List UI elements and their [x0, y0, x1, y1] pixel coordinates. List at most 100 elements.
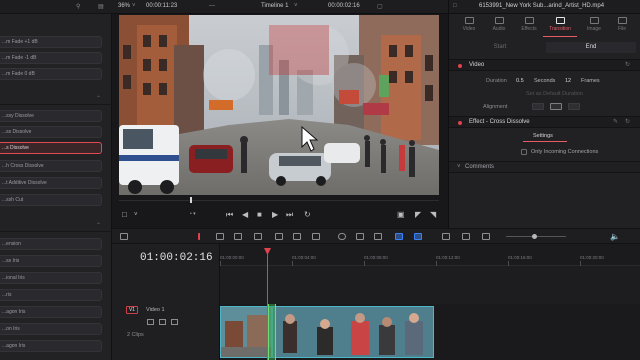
cross-dissolve-transition[interactable] [268, 304, 276, 360]
chevron-down-icon: ˅ [457, 164, 461, 170]
fx-item[interactable]: ...m Fade +1 dB [0, 36, 102, 48]
settings-underline [523, 141, 567, 142]
section-effect[interactable]: Effect - Cross Dissolve ✎ ↻ [449, 116, 640, 128]
timeline-ruler[interactable]: 01:00:00:00 01:00:04:00 01:00:08:00 01:0… [220, 244, 640, 266]
zoom-detail-icon[interactable] [462, 233, 470, 240]
enable-dot-icon[interactable] [458, 121, 462, 125]
auto-select-icon[interactable] [159, 319, 166, 325]
fx-item[interactable]: ...agon Iris [0, 340, 102, 352]
tab-label: File [617, 26, 627, 32]
replace-clip-icon[interactable] [312, 233, 320, 240]
fx-item[interactable]: ...agon Iris [0, 306, 102, 318]
mark-out-icon[interactable]: ◥ [430, 210, 436, 219]
lock-track-icon[interactable] [147, 319, 154, 325]
duration-seconds-field[interactable]: 0.5 [516, 77, 524, 85]
settings-tab[interactable]: Settings [533, 133, 553, 139]
mark-in-icon[interactable]: ◤ [415, 210, 421, 219]
scrubber-handle[interactable] [190, 197, 192, 203]
panel-options-icon[interactable]: ▤ [98, 3, 104, 10]
align-start-button[interactable] [532, 103, 544, 110]
chevron-down-icon[interactable]: ˅ [132, 3, 136, 9]
fx-item[interactable]: ...ension [0, 238, 102, 250]
transition-item[interactable]: ...ssy Dissolve [0, 110, 102, 122]
first-frame-icon[interactable]: ⏮ [226, 210, 233, 220]
subtab-start[interactable]: Start [455, 42, 545, 53]
track-name[interactable]: Video 1 [146, 307, 165, 313]
play-icon[interactable]: ▶ [272, 210, 278, 219]
video-preview[interactable] [119, 15, 439, 195]
expand-icon[interactable]: □ [453, 3, 457, 9]
zoom-level[interactable]: 36% [118, 3, 130, 9]
timeline-clip[interactable] [272, 306, 434, 358]
zoom-full-icon[interactable] [442, 233, 450, 240]
scrubber-bar[interactable] [119, 200, 439, 201]
speaker-icon[interactable]: 🔈 [610, 232, 620, 241]
dynamic-trim-icon[interactable] [234, 233, 242, 240]
layout-icon[interactable] [120, 233, 128, 240]
linked-selection-icon[interactable] [356, 233, 364, 240]
fx-item[interactable]: ...on Iris [0, 323, 102, 335]
only-incoming-checkbox[interactable] [521, 149, 527, 155]
fx-item[interactable]: ...ss Iris [0, 255, 102, 267]
align-center-button[interactable] [550, 103, 562, 110]
chevron-down-icon[interactable]: ˅ [134, 212, 138, 218]
transition-item-selected[interactable]: ...s Dissolve [0, 142, 102, 154]
flag-icon[interactable] [395, 233, 403, 240]
timeline-name[interactable]: Timeline 1 [261, 3, 288, 9]
insert-clip-icon[interactable] [275, 233, 283, 240]
section-comments[interactable]: ˅ Comments [449, 161, 640, 173]
overwrite-clip-icon[interactable] [293, 233, 301, 240]
fx-item[interactable]: ...ris [0, 289, 102, 301]
file-icon [617, 17, 627, 24]
chevron-up-icon[interactable]: ⌃ [96, 222, 101, 229]
tab-label: Image [587, 26, 601, 32]
tab-video[interactable]: Video [452, 15, 486, 37]
scroll-bar-icon[interactable]: ― [209, 3, 215, 9]
fx-item[interactable]: ...m Fade -1 dB [0, 52, 102, 64]
zoom-custom-icon[interactable] [482, 233, 490, 240]
stop-icon[interactable]: ■ [257, 210, 262, 219]
tab-transition[interactable]: Transition [543, 15, 577, 37]
selection-tool-icon[interactable] [198, 233, 204, 240]
transition-item[interactable]: ...ss Dissolve [0, 126, 102, 138]
reset-icon[interactable]: ↻ [625, 60, 630, 71]
position-lock-icon[interactable] [374, 233, 382, 240]
duration-frames-field[interactable]: 12 [565, 77, 571, 85]
fx-item[interactable]: ...ional Iris [0, 272, 102, 284]
search-icon[interactable]: ⚲ [76, 3, 80, 10]
blade-tool-icon[interactable] [254, 233, 262, 240]
transport-controls: □ ˅ ⏮ ◀ ■ ▶ ⏭ ↻ ▣ ◤ ◥ [112, 204, 448, 226]
edit-icon[interactable]: ✎ [613, 117, 618, 128]
chevron-down-icon[interactable]: ˅ [294, 3, 298, 9]
fx-item[interactable]: ...m Fade 0 dB [0, 68, 102, 80]
last-frame-icon[interactable]: ⏭ [286, 210, 293, 220]
playhead-line[interactable] [267, 248, 268, 360]
transition-item[interactable]: ...t Additive Dissolve [0, 177, 102, 189]
transition-item[interactable]: ...h Cross Dissolve [0, 160, 102, 172]
chevron-up-icon[interactable]: ⌃ [96, 95, 101, 102]
loop-icon[interactable]: ↻ [304, 210, 311, 219]
reset-icon[interactable]: ↻ [625, 117, 630, 128]
tab-audio[interactable]: Audio [482, 15, 516, 37]
source-timecode: 00:00:11:23 [146, 3, 178, 9]
set-default-duration-button[interactable]: Set as Default Duration [526, 91, 583, 97]
ruler-tick [436, 261, 437, 266]
zoom-slider-handle[interactable] [532, 234, 537, 239]
align-end-button[interactable] [568, 103, 580, 110]
viewer-options-icon[interactable]: ▢ [377, 3, 383, 10]
tab-effects[interactable]: Effects [512, 15, 546, 37]
track-visibility-icon[interactable] [171, 319, 178, 325]
transition-item[interactable]: ...ssh Cut [0, 194, 102, 206]
tab-file[interactable]: File [605, 15, 639, 37]
section-video[interactable]: Video ↻ [449, 59, 640, 71]
trim-tool-icon[interactable] [216, 233, 224, 240]
subtab-end[interactable]: End [546, 42, 636, 53]
timeline-clip[interactable] [220, 306, 272, 358]
viewer-size-icon[interactable]: □ [122, 210, 127, 219]
enable-dot-icon[interactable] [458, 64, 462, 68]
reverse-play-icon[interactable]: ◀ [242, 210, 248, 219]
marker-icon[interactable] [414, 233, 422, 240]
match-frame-icon[interactable]: ▣ [397, 210, 405, 219]
track-id-badge[interactable]: V1 [126, 306, 138, 314]
snapping-icon[interactable] [338, 233, 346, 240]
